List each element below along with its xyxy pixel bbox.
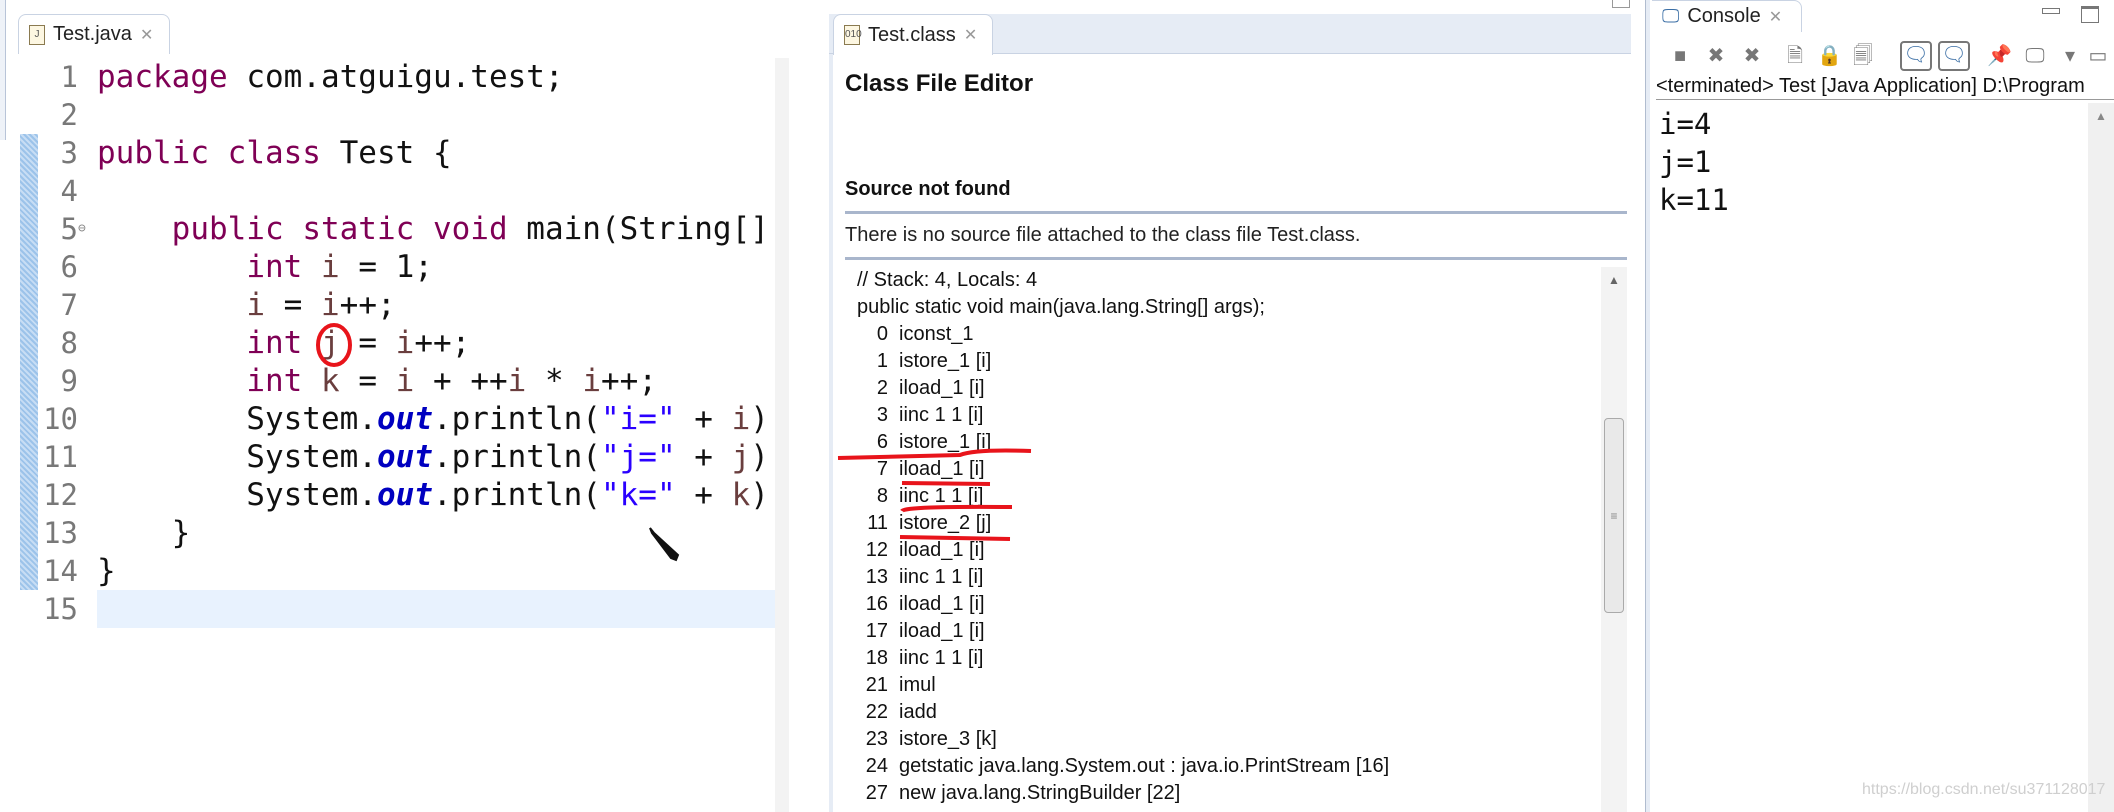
mouse-cursor-icon xyxy=(649,527,680,562)
annotations xyxy=(316,323,1032,562)
annotation-underline-istore-1 xyxy=(837,448,1032,460)
annotation-underline-istore-2 xyxy=(899,535,1011,541)
annotation-underline-iload-1 xyxy=(901,481,991,486)
annotation-underline-iinc xyxy=(900,504,1013,513)
annotation-circle-j xyxy=(316,323,352,367)
